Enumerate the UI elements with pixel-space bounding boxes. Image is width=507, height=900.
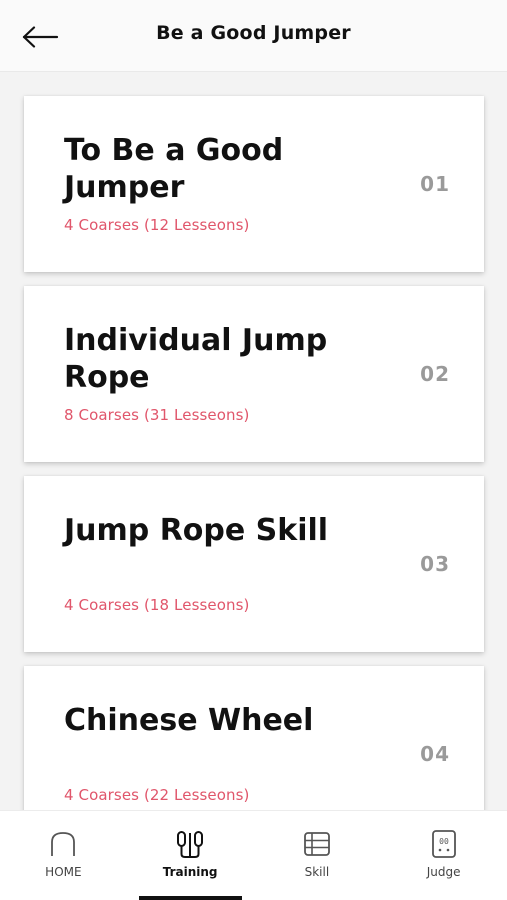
course-number: 01	[420, 172, 450, 196]
course-card[interactable]: Individual Jump Rope 8 Coarses (31 Lesse…	[24, 286, 484, 462]
list-icon	[303, 832, 330, 856]
course-title: Jump Rope Skill	[64, 513, 329, 548]
page-title: Be a Good Jumper	[156, 22, 351, 44]
jump-rope-icon	[177, 831, 204, 858]
active-tab-indicator	[138, 896, 242, 900]
course-number: 04	[420, 742, 450, 766]
course-subtitle: 4 Coarses (12 Lesseons)	[64, 216, 250, 234]
counter-icon: 00	[431, 830, 456, 858]
course-title: Chinese Wheel	[64, 703, 314, 738]
tab-label: Skill	[304, 865, 330, 879]
tab-label: Judge	[426, 865, 461, 879]
course-list[interactable]: To Be a Good Jumper 4 Coarses (12 Lesseo…	[0, 72, 507, 810]
course-subtitle: 4 Coarses (18 Lesseons)	[64, 596, 250, 614]
tab-judge[interactable]: 00 Judge	[380, 811, 507, 900]
svg-text:00: 00	[439, 837, 449, 846]
tab-skill[interactable]: Skill	[254, 811, 381, 900]
course-card[interactable]: To Be a Good Jumper 4 Coarses (12 Lesseo…	[24, 96, 484, 272]
tab-label: HOME	[45, 865, 82, 879]
course-subtitle: 4 Coarses (22 Lesseons)	[64, 786, 250, 804]
course-title: To Be a Good Jumper	[64, 133, 284, 205]
course-number: 03	[420, 552, 450, 576]
course-subtitle: 8 Coarses (31 Lesseons)	[64, 406, 250, 424]
course-card[interactable]: Chinese Wheel 4 Coarses (22 Lesseons) 04	[24, 666, 484, 810]
tab-home[interactable]: HOME	[0, 811, 127, 900]
top-bar: Be a Good Jumper	[0, 0, 507, 72]
tab-label: Training	[162, 865, 218, 879]
course-card[interactable]: Jump Rope Skill 4 Coarses (18 Lesseons) …	[24, 476, 484, 652]
home-icon	[51, 832, 76, 856]
bottom-tab-bar: HOME Training Skill 00 Judge	[0, 810, 507, 900]
course-number: 02	[420, 362, 450, 386]
course-title: Individual Jump Rope	[64, 323, 328, 395]
tab-training[interactable]: Training	[127, 811, 254, 900]
